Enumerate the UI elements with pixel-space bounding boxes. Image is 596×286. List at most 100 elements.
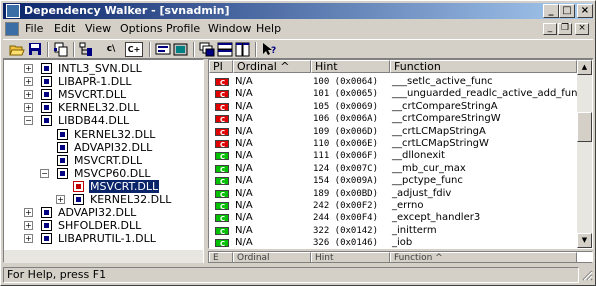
tree-item[interactable]: + KERNEL32.DLL — [4, 193, 203, 206]
copy-icon[interactable] — [53, 42, 69, 57]
collapse-icon[interactable]: − — [40, 168, 49, 178]
function-row[interactable]: C N/A 124 (0x007C) __mb_cur_max — [209, 163, 576, 175]
tile-horizontal-icon[interactable] — [217, 42, 233, 57]
status-bar: For Help, press F1 — [3, 266, 593, 284]
function-row[interactable]: C N/A 154 (0x009A) __pctype_func — [209, 175, 576, 187]
full-paths-icon[interactable] — [155, 42, 171, 57]
document-restore-button[interactable]: ❐ — [558, 23, 572, 35]
function-name-cell: ___unguarded_readlc_active_add_func — [392, 88, 583, 100]
close-button[interactable]: × — [577, 4, 593, 18]
function-row[interactable]: C N/A 110 (0x006E) __crtLCMapStringW — [209, 138, 576, 150]
scroll-down-button[interactable]: ▼ — [577, 233, 592, 248]
ordinal-cell: N/A — [235, 88, 253, 100]
column-header-ordinal[interactable]: Ordinal ^ — [233, 60, 311, 73]
export-column-header-hint[interactable]: Hint — [311, 252, 390, 262]
module-info-icon[interactable] — [173, 42, 189, 57]
export-column-header-ordinal[interactable]: Ordinal — [233, 252, 311, 262]
tree-item[interactable]: + KERNEL32.DLL — [4, 101, 203, 114]
function-row[interactable]: C N/A 326 (0x0146) _iob — [209, 237, 576, 249]
collapse-icon[interactable]: − — [24, 116, 33, 126]
menu-options[interactable]: Options — [120, 22, 162, 36]
tree-item[interactable]: ADVAPI32.DLL — [4, 141, 203, 154]
tree-item[interactable]: MSVCRT.DLL — [4, 179, 203, 193]
function-row[interactable]: C N/A 109 (0x006D) __crtLCMapStringA — [209, 126, 576, 138]
menu-view[interactable]: View — [85, 22, 111, 36]
expand-icon[interactable]: + — [24, 64, 33, 73]
tree-item[interactable]: − LIBDB44.DLL — [4, 114, 203, 127]
menu-file[interactable]: File — [25, 22, 43, 36]
column-header-pi[interactable]: PI — [209, 60, 233, 73]
unresolved-function-icon: C — [215, 78, 229, 87]
resize-grip-icon[interactable] — [581, 269, 593, 281]
menu-edit[interactable]: Edit — [54, 22, 75, 36]
column-header-hint[interactable]: Hint — [311, 60, 390, 73]
tree-item-label: MSVCRT.DLL — [74, 153, 143, 167]
module-icon — [40, 101, 54, 114]
expand-icon[interactable]: + — [24, 221, 33, 231]
document-system-menu-icon[interactable] — [5, 22, 19, 36]
tree-item[interactable]: + SHFOLDER.DLL — [4, 219, 203, 232]
scroll-up-button[interactable]: ▲ — [577, 60, 592, 75]
function-list-vertical-scrollbar[interactable]: ▲ ▼ — [577, 60, 592, 248]
export-column-header-function[interactable]: Function ^ — [390, 252, 577, 262]
expand-icon[interactable]: + — [24, 234, 33, 244]
menu-window[interactable]: Window — [208, 22, 251, 36]
open-icon[interactable] — [9, 42, 25, 57]
expand-icon[interactable]: + — [56, 195, 65, 204]
tree-item[interactable]: + ADVAPI32.DLL — [4, 206, 203, 219]
title-bar[interactable]: Dependency Walker - [svnadmin] _ □ × — [3, 3, 593, 19]
function-row[interactable]: C N/A 101 (0x0065) ___unguarded_readlc_acti… — [209, 88, 583, 100]
save-icon[interactable] — [27, 42, 43, 57]
function-row[interactable]: C N/A 111 (0x006F) __dllonexit — [209, 150, 576, 162]
function-row[interactable]: C N/A 322 (0x0142) _initterm — [209, 225, 576, 237]
function-row[interactable]: C N/A 244 (0x00F4) _except_handler3 — [209, 212, 576, 224]
app-window: Dependency Walker - [svnadmin] _ □ × Fil… — [0, 0, 596, 286]
function-row[interactable]: C N/A 189 (0x00BD) _adjust_fdiv — [209, 188, 576, 200]
tree-item[interactable]: + MSVCRT.DLL — [4, 88, 203, 101]
c-function-glyph: C — [220, 103, 226, 112]
parent-import-function-list[interactable]: PI Ordinal ^ Hint Function C N/A 100 (0x00… — [208, 59, 593, 249]
tile-vertical-icon[interactable] — [235, 42, 251, 57]
app-icon[interactable] — [6, 4, 20, 18]
context-help-icon[interactable]: ? — [261, 42, 277, 57]
ordinal-cell: N/A — [235, 187, 253, 199]
minimize-button[interactable]: _ — [543, 4, 559, 18]
ordinal-cell: N/A — [235, 237, 253, 249]
function-row[interactable]: C N/A 242 (0x00F2) _errno — [209, 200, 576, 212]
function-row[interactable]: C N/A 100 (0x0064) ___setlc_active_func — [209, 76, 576, 88]
tree-item[interactable]: − MSVCP60.DLL — [4, 167, 203, 180]
tree-item[interactable]: + LIBAPR-1.DLL — [4, 75, 203, 88]
column-header-function[interactable]: Function — [390, 60, 577, 73]
cascade-icon[interactable] — [199, 42, 215, 57]
c-function-glyph: C — [220, 91, 226, 100]
function-name-cell: __pctype_func — [392, 175, 463, 187]
function-row[interactable]: C N/A 105 (0x0069) __crtCompareStringA — [209, 101, 576, 113]
tree-item[interactable]: MSVCRT.DLL — [4, 154, 203, 167]
autoexpand-icon[interactable] — [79, 42, 95, 57]
tree-item[interactable]: + LIBAPRUTIL-1.DLL — [4, 232, 203, 245]
export-function-list[interactable]: E Ordinal Hint Function ^ — [208, 251, 593, 263]
tree-horizontal-scrollbar[interactable] — [4, 250, 203, 263]
menu-help[interactable]: Help — [256, 22, 281, 36]
expand-icon[interactable]: + — [24, 208, 33, 218]
tree-item[interactable]: + INTL3_SVN.DLL — [4, 62, 203, 75]
view-cpp-functions-button[interactable]: C+ — [125, 42, 143, 57]
document-close-button[interactable]: × — [575, 23, 589, 35]
document-minimize-button[interactable]: _ — [543, 23, 557, 35]
function-row[interactable]: C N/A 106 (0x006A) __crtCompareStringW — [209, 113, 576, 125]
menu-profile[interactable]: Profile — [166, 22, 200, 36]
scroll-thumb[interactable] — [577, 112, 592, 142]
status-text: For Help, press F1 — [3, 267, 579, 283]
tree-item[interactable]: KERNEL32.DLL — [4, 128, 203, 141]
expand-icon[interactable]: + — [24, 77, 33, 87]
module-icon — [56, 167, 70, 180]
expand-icon[interactable]: + — [24, 103, 33, 113]
expand-icon[interactable]: + — [24, 90, 33, 100]
module-icon — [56, 154, 70, 167]
c-function-glyph: C — [220, 165, 226, 174]
module-dependency-tree[interactable]: + INTL3_SVN.DLL + LIBAPR-1.DLL + MSVCRT.DLL + K… — [3, 59, 204, 263]
undecorate-cpp-button[interactable]: c\ — [103, 42, 119, 57]
maximize-button[interactable]: □ — [559, 4, 575, 18]
export-column-header-e[interactable]: E — [209, 252, 233, 262]
hint-cell: 244 (0x00F4) — [313, 213, 379, 224]
